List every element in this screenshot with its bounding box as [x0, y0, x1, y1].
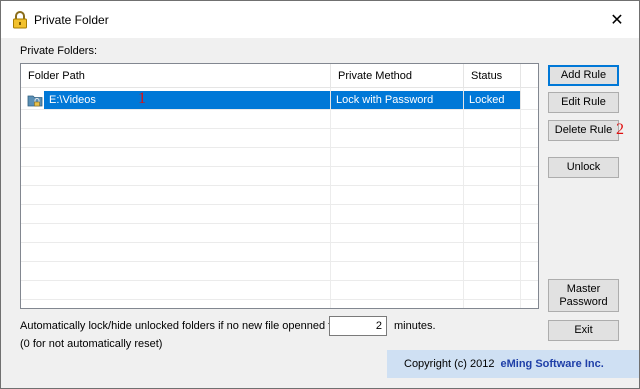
column-header-folder-path[interactable]: Folder Path — [21, 64, 331, 88]
table-row — [21, 243, 538, 262]
table-row — [21, 167, 538, 186]
table-row — [21, 129, 538, 148]
annotation-marker-1: 1 — [138, 90, 146, 107]
close-button[interactable]: ✕ — [595, 1, 639, 38]
list-header: Folder Path Private Method Status — [21, 64, 538, 88]
lock-icon — [12, 11, 28, 29]
table-row — [21, 281, 538, 300]
delete-rule-button[interactable]: Delete Rule — [548, 120, 619, 141]
table-row — [21, 224, 538, 243]
private-folder-window: Private Folder ✕ Private Folders: Folder… — [0, 0, 640, 389]
title-bar: Private Folder ✕ — [1, 1, 639, 38]
minutes-input[interactable] — [329, 316, 387, 336]
master-password-button[interactable]: Master Password — [548, 279, 619, 312]
edit-rule-button[interactable]: Edit Rule — [548, 92, 619, 113]
unlock-button[interactable]: Unlock — [548, 157, 619, 178]
window-title: Private Folder — [34, 13, 109, 27]
cell-folder-path: E:\Videos — [44, 91, 331, 109]
copyright-text: Copyright (c) 2012 — [404, 358, 495, 370]
folder-list[interactable]: Folder Path Private Method Status E:\Vid… — [20, 63, 539, 309]
add-rule-button[interactable]: Add Rule — [548, 65, 619, 86]
table-row — [21, 110, 538, 129]
minutes-label: minutes. — [394, 320, 436, 332]
annotation-marker-2: 2 — [616, 121, 624, 138]
cell-status: Locked — [464, 91, 521, 109]
column-header-private-method[interactable]: Private Method — [331, 64, 464, 88]
table-row[interactable]: E:\Videos Lock with Password Locked — [21, 91, 538, 110]
cell-private-method: Lock with Password — [331, 91, 464, 109]
copyright-footer: Copyright (c) 2012 eMing Software Inc. — [387, 350, 639, 378]
locked-folder-icon — [27, 93, 43, 108]
exit-button[interactable]: Exit — [548, 320, 619, 341]
table-row — [21, 205, 538, 224]
private-folders-label: Private Folders: — [20, 45, 98, 57]
column-header-status[interactable]: Status — [464, 64, 521, 88]
company-name: eMing Software Inc. — [500, 358, 604, 370]
table-row — [21, 262, 538, 281]
table-row — [21, 186, 538, 205]
close-icon: ✕ — [610, 11, 624, 29]
table-row — [21, 148, 538, 167]
auto-lock-label: Automatically lock/hide unlocked folders… — [20, 320, 342, 332]
reset-note: (0 for not automatically reset) — [20, 338, 163, 350]
